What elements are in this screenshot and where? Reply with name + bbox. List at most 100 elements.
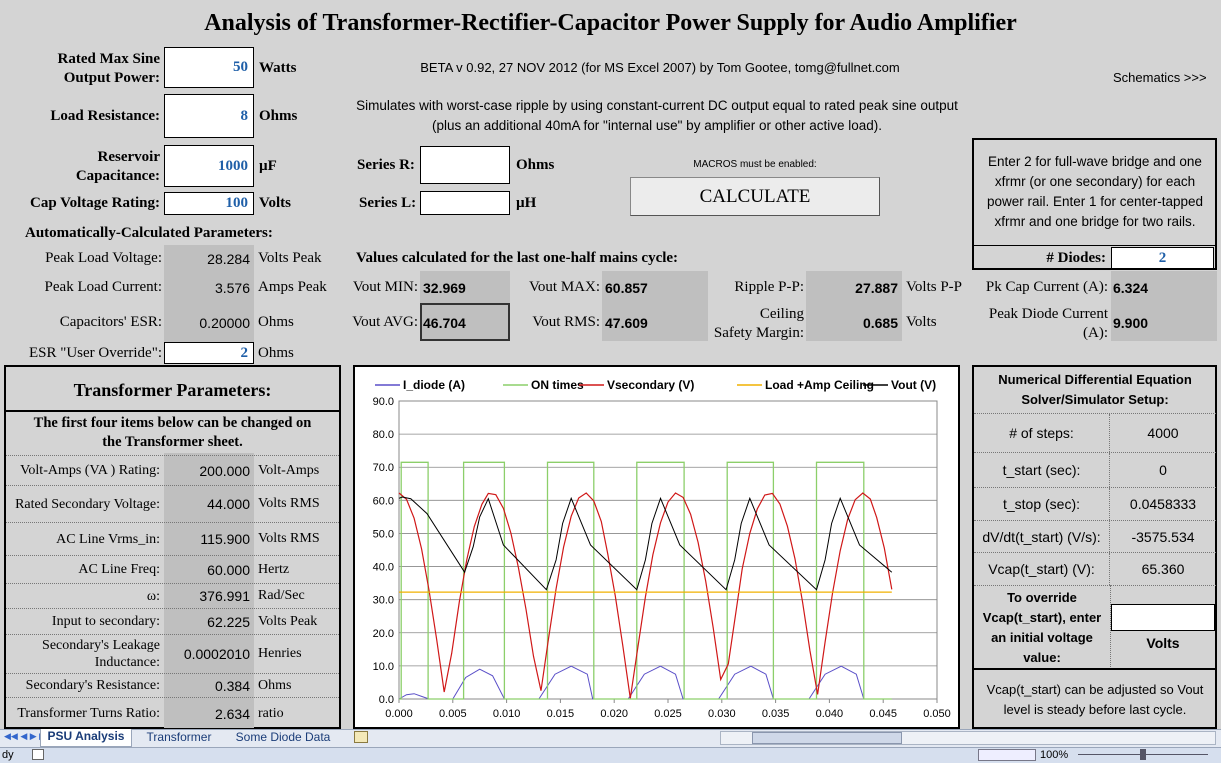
tab-diode-data[interactable]: Some Diode Data <box>228 730 338 744</box>
y-tick-label: 20.0 <box>373 628 394 640</box>
y-tick-label: 0.0 <box>379 694 394 706</box>
series-l-input[interactable] <box>420 191 510 215</box>
cap-voltage-input[interactable]: 100 <box>164 192 254 215</box>
transformer-row-value: 0.384 <box>214 677 250 694</box>
reservoir-label: Reservoir Capacitance: <box>75 149 160 184</box>
peak-load-voltage-label: Peak Load Voltage: <box>45 250 162 266</box>
page-title: Analysis of Transformer-Rectifier-Capaci… <box>204 10 1017 36</box>
transformer-row-label: ω: <box>146 588 160 604</box>
new-sheet-icon[interactable] <box>354 731 368 743</box>
solver-heading: Numerical Differential Equation Solver/Si… <box>998 372 1192 407</box>
ripple-value: 27.887 <box>855 280 898 296</box>
status-ready: dy <box>2 749 14 761</box>
solver-row-value: -3575.534 <box>1131 528 1195 545</box>
series-r-unit: Ohms <box>516 157 555 173</box>
solver-row-label: # of steps: <box>974 414 1110 452</box>
calculate-button[interactable]: CALCULATE <box>630 177 880 216</box>
solver-row-label: dV/dt(t_start) (V/s): <box>974 521 1110 552</box>
solver-row-label: t_start (sec): <box>974 453 1110 487</box>
transformer-row: AC Line Freq: 60.000 Hertz <box>6 555 339 583</box>
transformer-row-unit: Henries <box>258 646 302 661</box>
solver-row: Vcap(t_start) (V): 65.360 <box>974 552 1216 585</box>
transformer-row-value: 0.0002010 <box>183 646 250 662</box>
series-l-label: Series L: <box>359 195 417 211</box>
vout-min-label: Vout MIN: <box>352 279 418 295</box>
transformer-heading: Transformer Parameters: <box>73 380 272 400</box>
zoom-slider-thumb[interactable] <box>1140 749 1146 760</box>
solver-row: t_start (sec): 0 <box>974 452 1216 487</box>
peak-load-current-label: Peak Load Current: <box>44 279 162 295</box>
solver-row-value: 0 <box>1159 462 1167 478</box>
tab-psu-analysis[interactable]: PSU Analysis <box>40 729 132 747</box>
transformer-row-value: 60.000 <box>207 561 250 578</box>
solver-row-value: 65.360 <box>1141 561 1185 577</box>
diodes-note: Enter 2 for full-wave bridge and one xfrm… <box>986 154 1204 229</box>
transformer-row-value: 44.000 <box>207 496 250 512</box>
x-tick-label: 0.010 <box>493 708 521 720</box>
y-tick-label: 40.0 <box>373 562 394 574</box>
transformer-note: The first four items below can be change… <box>33 415 312 450</box>
rated-power-input[interactable]: 50 <box>164 47 254 88</box>
vout-max-value: 60.857 <box>605 280 648 296</box>
transformer-row-label: Transformer Turns Ratio: <box>17 706 160 721</box>
ripple-label: Ripple P-P: <box>734 279 804 295</box>
peak-load-current-unit: Amps Peak <box>258 279 327 295</box>
x-tick-label: 0.040 <box>816 708 844 720</box>
legend-label: ON times <box>531 378 584 392</box>
series-r-input[interactable] <box>420 146 510 184</box>
zoom-level: 100% <box>1040 749 1069 761</box>
y-tick-label: 70.0 <box>373 462 394 474</box>
ceiling-value: 0.685 <box>862 315 898 331</box>
description-line2: (plus an additional 40mA for "internal u… <box>431 118 883 133</box>
waveform-chart: 0.0 10.0 20.0 30.0 40.0 50.0 60.0 70.0 80.0 90.0 0… <box>373 378 951 720</box>
ceiling-unit: Volts <box>906 314 937 330</box>
transformer-row-unit: Hertz <box>258 561 290 577</box>
tab-transformer[interactable]: Transformer <box>136 730 222 744</box>
y-tick-label: 90.0 <box>373 396 394 408</box>
transformer-row-value: 200.000 <box>199 462 250 479</box>
solver-row-divider <box>974 585 1216 586</box>
rated-power-label: Rated Max Sine Output Power: <box>57 51 161 86</box>
solver-row: t_stop (sec): 0.0458333 <box>974 487 1216 520</box>
transformer-row: Rated Secondary Voltage: 44.000 Volts RMS <box>6 485 339 522</box>
transformer-row-label: Volt-Amps (VA ) Rating: <box>20 463 160 478</box>
transformer-row-value: 376.991 <box>199 588 250 604</box>
macro-record-icon[interactable] <box>32 749 44 760</box>
page-layout-icons[interactable] <box>978 749 1036 761</box>
x-tick-label: 0.030 <box>708 708 736 720</box>
transformer-row: Secondary's Leakage Inductance: 0.0002010… <box>6 634 339 673</box>
load-resistance-input[interactable]: 8 <box>164 94 254 138</box>
solver-note-divider <box>974 668 1215 670</box>
x-tick-label: 0.050 <box>923 708 951 720</box>
schematics-link[interactable]: Schematics >>> <box>1113 70 1207 85</box>
esr-unit: Ohms <box>258 314 294 330</box>
solver-row-label: Vcap(t_start) (V): <box>974 553 1110 585</box>
diodes-divider <box>974 245 1215 246</box>
peak-load-voltage-value: 28.284 <box>207 251 250 267</box>
transformer-row-unit: Volts Peak <box>258 613 318 629</box>
esr-override-label: ESR "User Override": <box>28 345 162 361</box>
x-tick-label: 0.035 <box>762 708 790 720</box>
scroll-thumb[interactable] <box>752 732 902 744</box>
y-tick-label: 80.0 <box>373 429 394 441</box>
transformer-row-label: Secondary's Leakage Inductance: <box>42 638 160 670</box>
ripple-unit: Volts P-P <box>906 279 963 295</box>
legend-label: Load +Amp Ceiling <box>765 378 874 392</box>
diodes-label: # Diodes: <box>1046 250 1106 266</box>
pk-cap-label: Pk Cap Current (A): <box>985 279 1108 295</box>
override-input[interactable] <box>1111 604 1215 631</box>
x-tick-label: 0.000 <box>385 708 413 720</box>
reservoir-input[interactable]: 1000 <box>164 145 254 187</box>
peak-diode-value: 9.900 <box>1113 315 1149 331</box>
pk-cap-value: 6.324 <box>1113 280 1149 296</box>
transformer-row-label: Input to secondary: <box>51 614 160 629</box>
diodes-input[interactable]: 2 <box>1111 247 1214 269</box>
vout-avg-label: Vout AVG: <box>352 314 418 330</box>
esr-override-input[interactable]: 2 <box>164 342 254 364</box>
series-l-unit: µH <box>516 195 537 211</box>
chart-frame[interactable]: 0.0 10.0 20.0 30.0 40.0 50.0 60.0 70.0 80.0 90.0 0… <box>353 365 960 729</box>
solver-note: Vcap(t_start) can be adjusted so Vout lev… <box>986 682 1204 717</box>
peak-load-current-value: 3.576 <box>214 280 250 296</box>
solver-row-value: 4000 <box>1147 425 1179 441</box>
x-tick-label: 0.045 <box>869 708 897 720</box>
